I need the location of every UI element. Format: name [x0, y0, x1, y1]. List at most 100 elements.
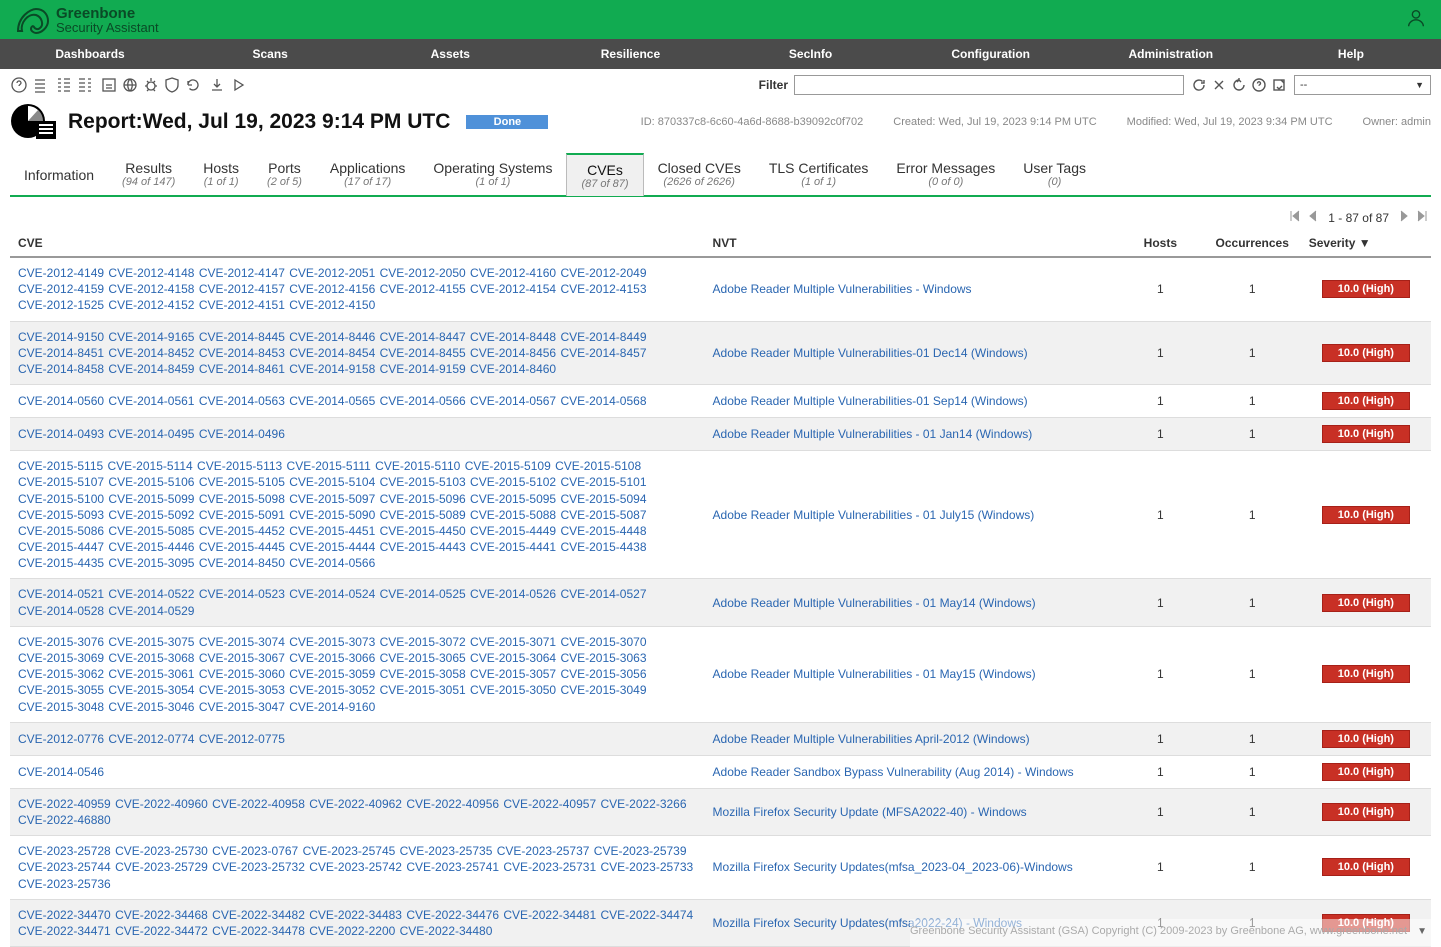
cve-link[interactable]: CVE-2015-3057 — [470, 667, 556, 681]
cve-link[interactable]: CVE-2015-5103 — [380, 475, 466, 489]
tab-closed-cves[interactable]: Closed CVEs(2626 of 2626) — [644, 153, 755, 195]
cve-link[interactable]: CVE-2015-3068 — [108, 651, 194, 665]
task-icon[interactable] — [100, 76, 118, 94]
cve-link[interactable]: CVE-2015-3075 — [108, 635, 194, 649]
cve-link[interactable]: CVE-2014-8453 — [199, 346, 285, 360]
cve-link[interactable]: CVE-2014-0567 — [470, 394, 556, 408]
cve-link[interactable]: CVE-2015-5109 — [465, 459, 551, 473]
nvt-link[interactable]: Mozilla Firefox Security Update (MFSA202… — [713, 805, 1027, 819]
cve-link[interactable]: CVE-2014-0566 — [289, 556, 375, 570]
cve-link[interactable]: CVE-2023-25737 — [497, 844, 590, 858]
cve-link[interactable]: CVE-2015-3046 — [108, 700, 194, 714]
refresh-arc-icon[interactable] — [184, 76, 202, 94]
cve-link[interactable]: CVE-2023-25736 — [18, 877, 111, 891]
cve-link[interactable]: CVE-2022-3266 — [600, 797, 686, 811]
indent-right-icon[interactable] — [76, 76, 94, 94]
cve-link[interactable]: CVE-2015-3047 — [199, 700, 285, 714]
cve-link[interactable]: CVE-2012-2051 — [289, 266, 375, 280]
nvt-link[interactable]: Adobe Reader Multiple Vulnerabilities - … — [713, 508, 1035, 522]
col-occ[interactable]: Occurrences — [1204, 230, 1301, 257]
cve-link[interactable]: CVE-2015-3058 — [380, 667, 466, 681]
nvt-link[interactable]: Adobe Reader Multiple Vulnerabilities-01… — [713, 394, 1028, 408]
cve-link[interactable]: CVE-2015-5115 — [18, 459, 103, 473]
cve-link[interactable]: CVE-2015-4446 — [108, 540, 194, 554]
cve-link[interactable]: CVE-2012-4154 — [470, 282, 556, 296]
tab-results[interactable]: Results(94 of 147) — [108, 153, 189, 195]
cve-link[interactable]: CVE-2014-8448 — [470, 330, 556, 344]
cve-link[interactable]: CVE-2012-4149 — [18, 266, 104, 280]
col-nvt[interactable]: NVT — [705, 230, 1117, 257]
indent-left-icon[interactable] — [55, 76, 73, 94]
cve-link[interactable]: CVE-2015-5098 — [199, 492, 285, 506]
cve-link[interactable]: CVE-2023-25730 — [115, 844, 208, 858]
cve-link[interactable]: CVE-2015-4438 — [560, 540, 646, 554]
cve-link[interactable]: CVE-2015-5095 — [470, 492, 556, 506]
cve-link[interactable]: CVE-2015-3048 — [18, 700, 104, 714]
cve-link[interactable]: CVE-2015-3061 — [108, 667, 194, 681]
cve-link[interactable]: CVE-2014-8454 — [289, 346, 375, 360]
cve-link[interactable]: CVE-2015-5105 — [199, 475, 285, 489]
cve-link[interactable]: CVE-2015-5099 — [108, 492, 194, 506]
cve-link[interactable]: CVE-2012-4157 — [199, 282, 285, 296]
cve-link[interactable]: CVE-2015-3052 — [289, 683, 375, 697]
cve-link[interactable]: CVE-2023-25735 — [400, 844, 493, 858]
pager-prev-icon[interactable] — [1306, 209, 1320, 226]
cve-link[interactable]: CVE-2022-34468 — [115, 908, 208, 922]
cve-link[interactable]: CVE-2022-34481 — [503, 908, 596, 922]
play-icon[interactable] — [229, 76, 247, 94]
cve-link[interactable]: CVE-2015-3095 — [108, 556, 194, 570]
cve-link[interactable]: CVE-2015-3073 — [289, 635, 375, 649]
reset-icon[interactable] — [1230, 76, 1248, 94]
cve-link[interactable]: CVE-2015-5089 — [380, 508, 466, 522]
cve-link[interactable]: CVE-2014-0546 — [18, 765, 104, 779]
cve-link[interactable]: CVE-2012-4158 — [108, 282, 194, 296]
cve-link[interactable]: CVE-2015-5085 — [108, 524, 194, 538]
cve-link[interactable]: CVE-2023-25731 — [503, 860, 596, 874]
cve-link[interactable]: CVE-2015-3065 — [380, 651, 466, 665]
cve-link[interactable]: CVE-2014-9160 — [289, 700, 375, 714]
cve-link[interactable]: CVE-2014-8445 — [199, 330, 285, 344]
tab-error-messages[interactable]: Error Messages(0 of 0) — [882, 153, 1009, 195]
pager-last-icon[interactable] — [1415, 209, 1429, 226]
cve-link[interactable]: CVE-2023-25744 — [18, 860, 111, 874]
nvt-link[interactable]: Adobe Reader Sandbox Bypass Vulnerabilit… — [713, 765, 1074, 779]
cve-link[interactable]: CVE-2015-3069 — [18, 651, 104, 665]
cve-link[interactable]: CVE-2014-0528 — [18, 604, 104, 618]
cve-link[interactable]: CVE-2015-5106 — [108, 475, 194, 489]
cve-link[interactable]: CVE-2014-8459 — [108, 362, 194, 376]
cve-link[interactable]: CVE-2015-3066 — [289, 651, 375, 665]
cve-link[interactable]: CVE-2022-40959 — [18, 797, 111, 811]
cve-link[interactable]: CVE-2015-4444 — [289, 540, 375, 554]
globe-icon[interactable] — [121, 76, 139, 94]
cve-link[interactable]: CVE-2015-4447 — [18, 540, 104, 554]
help-icon[interactable] — [10, 76, 28, 94]
user-menu-icon[interactable] — [1405, 7, 1427, 32]
save-filter-icon[interactable] — [1270, 76, 1288, 94]
tab-hosts[interactable]: Hosts(1 of 1) — [189, 153, 253, 195]
cve-link[interactable]: CVE-2015-3060 — [199, 667, 285, 681]
cve-link[interactable]: CVE-2015-4451 — [289, 524, 375, 538]
cve-link[interactable]: CVE-2022-40960 — [115, 797, 208, 811]
nav-administration[interactable]: Administration — [1081, 39, 1261, 69]
cve-link[interactable]: CVE-2023-25728 — [18, 844, 111, 858]
cve-link[interactable]: CVE-2015-5087 — [560, 508, 646, 522]
cve-link[interactable]: CVE-2014-9158 — [289, 362, 375, 376]
cve-link[interactable]: CVE-2015-3053 — [199, 683, 285, 697]
nav-resilience[interactable]: Resilience — [540, 39, 720, 69]
cve-link[interactable]: CVE-2023-25739 — [594, 844, 687, 858]
cve-link[interactable]: CVE-2014-0524 — [289, 587, 375, 601]
cve-link[interactable]: CVE-2014-0525 — [380, 587, 466, 601]
cve-link[interactable]: CVE-2022-34472 — [115, 924, 208, 938]
cve-link[interactable]: CVE-2015-5113 — [197, 459, 282, 473]
nvt-link[interactable]: Adobe Reader Multiple Vulnerabilities - … — [713, 427, 1033, 441]
cve-link[interactable]: CVE-2022-46880 — [18, 813, 111, 827]
cve-link[interactable]: CVE-2022-34476 — [406, 908, 499, 922]
cve-link[interactable]: CVE-2015-3059 — [289, 667, 375, 681]
cve-link[interactable]: CVE-2023-25741 — [406, 860, 499, 874]
cve-link[interactable]: CVE-2014-0565 — [289, 394, 375, 408]
pager-next-icon[interactable] — [1397, 209, 1411, 226]
refresh-icon[interactable] — [1190, 76, 1208, 94]
nav-dashboards[interactable]: Dashboards — [0, 39, 180, 69]
tab-user-tags[interactable]: User Tags(0) — [1009, 153, 1100, 195]
cve-link[interactable]: CVE-2023-25732 — [212, 860, 305, 874]
